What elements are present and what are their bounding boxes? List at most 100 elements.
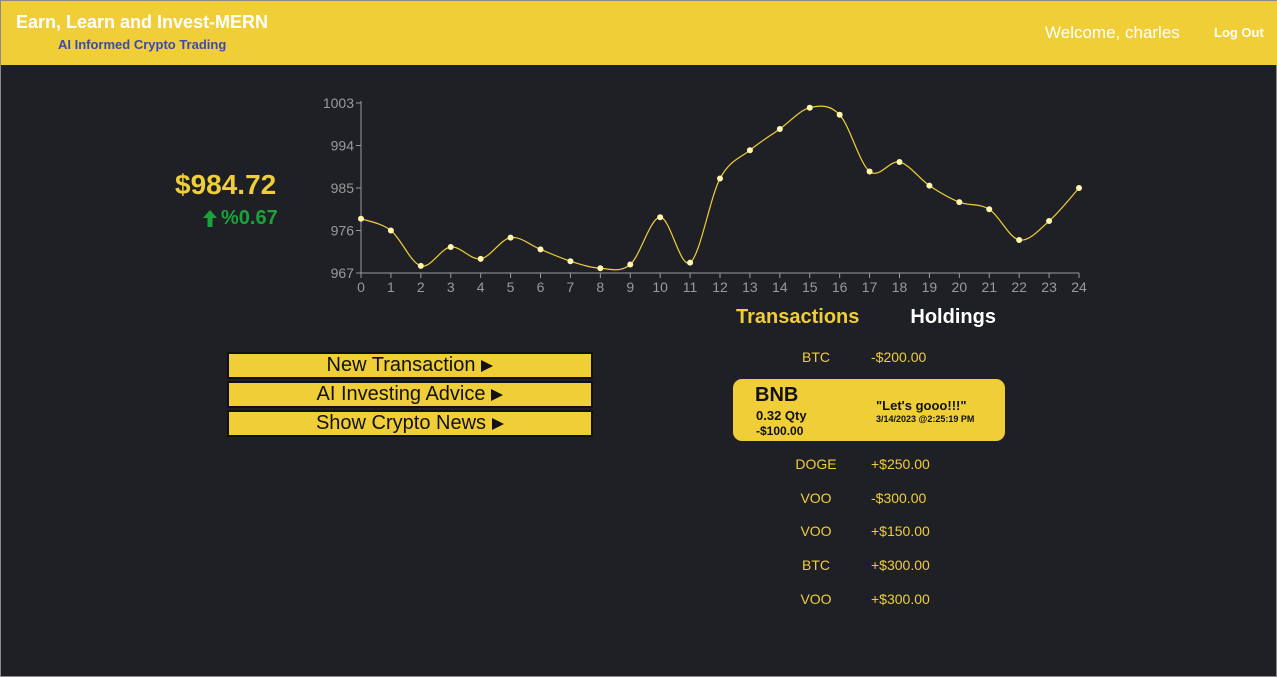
selected-transaction-card[interactable]: BNB 0.32 Qty -$100.00 "Let's gooo!!!" 3/… xyxy=(733,379,1005,441)
price-point[interactable] xyxy=(806,104,813,111)
ai-advice-label: AI Investing Advice xyxy=(316,383,486,405)
tab-transactions[interactable]: Transactions xyxy=(736,306,859,329)
x-tick-label: 0 xyxy=(357,279,365,295)
crypto-news-button[interactable]: Show Crypto News xyxy=(227,410,593,437)
x-tick-label: 4 xyxy=(477,279,485,295)
new-transaction-button[interactable]: New Transaction xyxy=(227,352,593,379)
transaction-row[interactable]: VOO +$150.00 xyxy=(761,523,981,543)
x-tick-label: 21 xyxy=(981,279,997,295)
transaction-symbol: VOO xyxy=(800,490,832,506)
arrow-up-icon xyxy=(203,210,217,227)
transaction-symbol: VOO xyxy=(800,523,832,539)
price-point[interactable] xyxy=(387,227,394,234)
selected-quantity: 0.32 Qty xyxy=(756,408,807,423)
selected-date: 3/14/2023 @2:25:19 PM xyxy=(876,414,975,424)
transaction-amount: +$250.00 xyxy=(871,456,930,472)
current-price: $984.72 xyxy=(175,169,277,200)
logout-button[interactable]: Log Out xyxy=(1214,25,1264,40)
transaction-amount: -$300.00 xyxy=(871,490,927,506)
play-arrow-icon xyxy=(481,359,494,372)
price-point[interactable] xyxy=(896,159,903,166)
price-change: %0.67 xyxy=(203,207,278,230)
transaction-amount: +$150.00 xyxy=(871,523,930,539)
x-tick-label: 14 xyxy=(772,279,788,295)
price-chart: 96797698599410030 1 2 3 4 5 6 7 8 9 10 11 12 13 14 15 16… xyxy=(323,95,1087,295)
crypto-news-label: Show Crypto News xyxy=(315,412,487,434)
transaction-amount: +$300.00 xyxy=(871,591,930,607)
play-arrow-icon xyxy=(492,417,505,430)
x-tick-label: 11 xyxy=(683,279,698,295)
new-transaction-label: New Transaction xyxy=(326,354,476,376)
price-point[interactable] xyxy=(687,259,694,266)
header-bar: Earn, Learn and Invest-MERN AI Informed … xyxy=(1,1,1277,65)
app-window: Earn, Learn and Invest-MERN AI Informed … xyxy=(0,0,1277,677)
transaction-symbol: VOO xyxy=(800,591,832,607)
y-tick-label: 1003 xyxy=(323,95,354,111)
x-tick-label: 9 xyxy=(626,279,634,295)
x-tick-label: 15 xyxy=(802,279,818,295)
x-tick-label: 1 xyxy=(387,279,395,295)
transaction-amount: -$200.00 xyxy=(871,349,927,365)
transaction-row[interactable]: DOGE +$250.00 xyxy=(761,456,981,476)
transaction-row[interactable]: VOO -$300.00 xyxy=(761,490,981,510)
price-point[interactable] xyxy=(447,244,454,251)
x-tick-label: 2 xyxy=(417,279,425,295)
x-tick-label: 5 xyxy=(507,279,515,295)
price-point[interactable] xyxy=(597,265,604,272)
price-point[interactable] xyxy=(477,255,484,262)
x-tick-label: 24 xyxy=(1071,279,1087,295)
x-tick-label: 3 xyxy=(447,279,455,295)
price-change-value: %0.67 xyxy=(221,207,278,229)
x-tick-label: 19 xyxy=(922,279,938,295)
x-tick-label: 17 xyxy=(862,279,878,295)
y-tick-label: 985 xyxy=(331,180,355,196)
x-tick-label: 16 xyxy=(832,279,848,295)
transaction-symbol: DOGE xyxy=(795,456,837,472)
tab-bar: Transactions Holdings xyxy=(736,306,996,329)
price-point[interactable] xyxy=(537,246,544,253)
app-title: Earn, Learn and Invest-MERN xyxy=(16,12,269,32)
price-point[interactable] xyxy=(986,206,993,213)
action-buttons: New Transaction AI Investing Advice Show… xyxy=(227,352,593,439)
price-point[interactable] xyxy=(776,125,783,132)
price-point[interactable] xyxy=(507,234,514,241)
transaction-symbol: BTC xyxy=(802,557,830,573)
tab-holdings[interactable]: Holdings xyxy=(910,306,996,329)
transaction-row[interactable]: VOO +$300.00 xyxy=(761,591,981,611)
x-tick-label: 12 xyxy=(712,279,728,295)
selected-symbol: BNB xyxy=(755,384,799,406)
play-arrow-icon xyxy=(491,388,504,401)
price-point[interactable] xyxy=(1016,236,1023,243)
price-point[interactable] xyxy=(926,182,933,189)
price-point[interactable] xyxy=(417,262,424,269)
y-tick-label: 967 xyxy=(331,265,355,281)
price-point[interactable] xyxy=(358,215,364,222)
transaction-symbol: BTC xyxy=(802,349,830,365)
x-tick-label: 22 xyxy=(1011,279,1027,295)
y-tick-label: 976 xyxy=(331,223,355,239)
x-tick-label: 18 xyxy=(892,279,908,295)
transaction-row[interactable]: BTC -$200.00 xyxy=(761,349,981,369)
price-point[interactable] xyxy=(657,214,664,221)
ai-advice-button[interactable]: AI Investing Advice xyxy=(227,381,593,408)
price-point[interactable] xyxy=(1076,185,1082,191)
x-tick-label: 7 xyxy=(567,279,575,295)
transaction-amount: +$300.00 xyxy=(871,557,930,573)
transaction-row[interactable]: BTC +$300.00 xyxy=(761,557,981,577)
y-tick-label: 994 xyxy=(331,138,355,154)
price-point[interactable] xyxy=(627,261,634,268)
x-tick-label: 13 xyxy=(742,279,758,295)
x-tick-label: 10 xyxy=(652,279,668,295)
price-point[interactable] xyxy=(567,258,574,265)
price-point[interactable] xyxy=(746,147,753,154)
x-tick-label: 20 xyxy=(952,279,968,295)
x-tick-label: 6 xyxy=(537,279,545,295)
price-point[interactable] xyxy=(866,168,873,175)
selected-amount: -$100.00 xyxy=(756,424,804,438)
price-point[interactable] xyxy=(1046,218,1053,225)
price-point[interactable] xyxy=(836,111,843,118)
price-point[interactable] xyxy=(956,199,963,206)
app-subtitle: AI Informed Crypto Trading xyxy=(58,37,227,52)
price-series-line xyxy=(360,105,1080,271)
price-point[interactable] xyxy=(717,175,723,182)
